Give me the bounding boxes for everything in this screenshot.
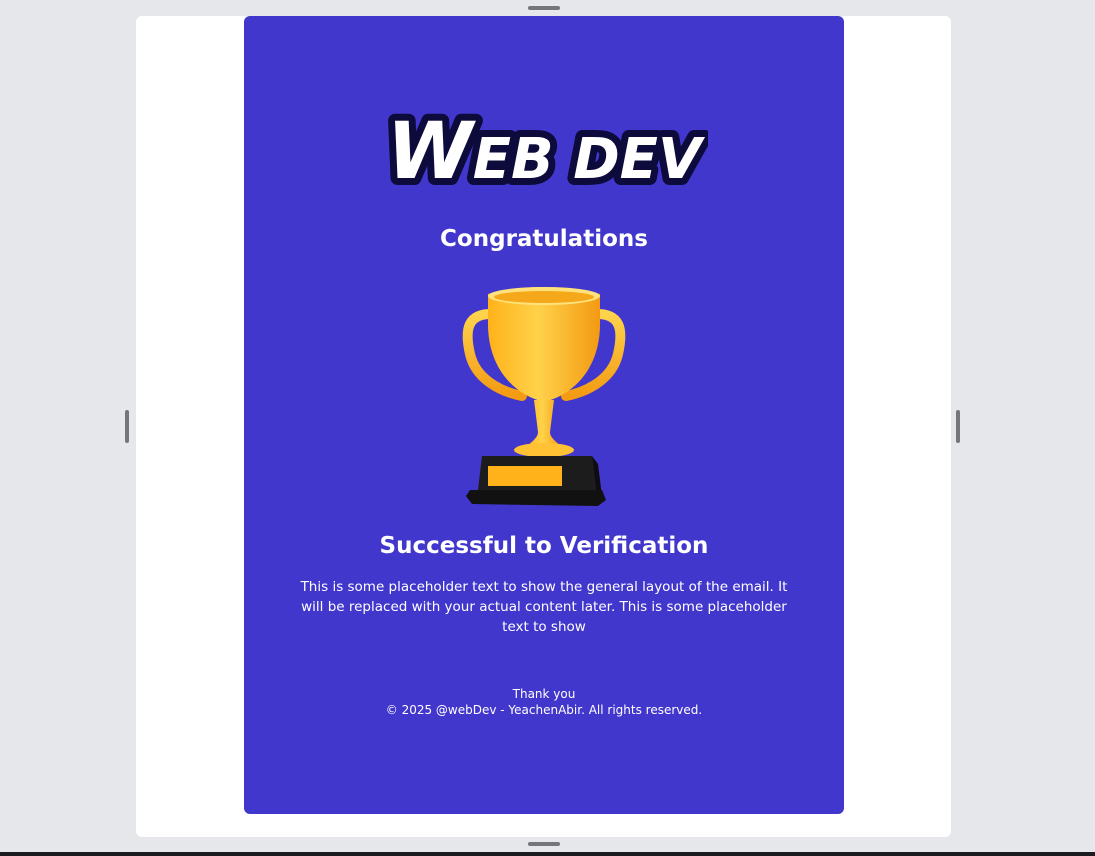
email-heading: Successful to Verification xyxy=(379,533,709,559)
trophy-icon xyxy=(462,287,626,506)
email-body: This is some placeholder text to show th… xyxy=(300,579,788,635)
resize-handle-left[interactable] xyxy=(125,410,129,443)
resize-handle-top[interactable] xyxy=(528,6,560,10)
email-title: Congratulations xyxy=(440,226,648,252)
editor-workspace: WEB DEV WEB DEV Congratulations Successf… xyxy=(0,0,1095,856)
window-bottom-edge xyxy=(0,852,1095,856)
logo: WEB DEV WEB DEV xyxy=(380,104,708,192)
thanks-text: Thank you xyxy=(512,687,576,701)
email-card: WEB DEV WEB DEV Congratulations Successf… xyxy=(244,16,844,814)
svg-text:WEB DEV: WEB DEV xyxy=(387,107,706,192)
resize-handle-bottom[interactable] xyxy=(528,842,560,846)
copyright-text: © 2025 @webDev - YeachenAbir. All rights… xyxy=(385,703,703,717)
resize-handle-right[interactable] xyxy=(956,410,960,443)
